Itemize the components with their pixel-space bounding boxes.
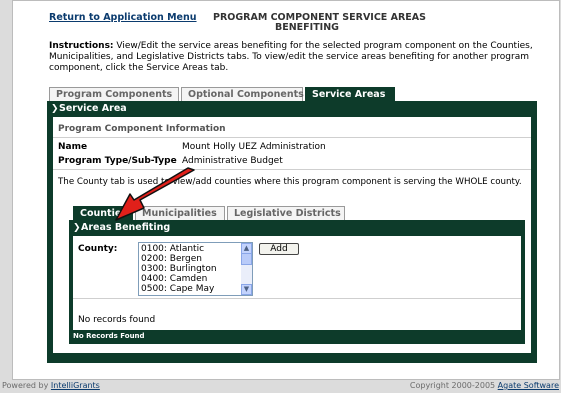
tab-label: Service Areas xyxy=(312,89,386,100)
areas-benefiting-body: County: 0100: Atlantic 0200: Bergen 0300… xyxy=(73,236,521,330)
county-option[interactable]: 0400: Camden xyxy=(139,274,252,284)
instructions-label: Instructions: xyxy=(49,41,114,51)
county-label: County: xyxy=(78,244,118,254)
listbox-scrollbar[interactable]: ▲ ▼ xyxy=(241,243,252,295)
tab-label: Legislative Districts xyxy=(234,208,341,219)
tab-optional-components[interactable]: Optional Components xyxy=(181,87,304,101)
divider xyxy=(73,298,521,299)
areas-benefiting-panel: ❯Areas Benefiting County: 0100: Atlantic… xyxy=(69,220,525,344)
no-records-bar: No Records Found xyxy=(73,332,145,340)
copyright-text: Copyright 2000-2005 xyxy=(409,381,498,390)
powered-by-prefix: Powered by xyxy=(2,381,51,390)
tab-label: Optional Components xyxy=(188,89,304,100)
instructions-text: View/Edit the service areas benefiting f… xyxy=(49,41,533,73)
service-area-panel: ❯Service Area Program Component Informat… xyxy=(47,101,537,363)
county-option[interactable]: 0200: Bergen xyxy=(139,254,252,264)
chevron-right-icon: ❯ xyxy=(73,223,81,233)
component-info-heading: Program Component Information xyxy=(53,121,531,138)
county-option[interactable]: 0300: Burlington xyxy=(139,264,252,274)
no-records-text: No records found xyxy=(78,315,156,325)
service-area-title: Service Area xyxy=(59,103,127,114)
add-button[interactable]: Add xyxy=(259,243,299,255)
chevron-right-icon: ❯ xyxy=(51,104,59,114)
tab-service-areas[interactable]: Service Areas xyxy=(305,87,395,101)
service-area-header: ❯Service Area xyxy=(51,103,127,114)
intelligrants-link[interactable]: IntelliGrants xyxy=(51,381,100,390)
instructions: Instructions: View/Edit the service area… xyxy=(49,41,539,74)
name-label: Name xyxy=(58,142,88,152)
tab-legislative-districts[interactable]: Legislative Districts xyxy=(227,206,345,220)
scroll-thumb[interactable] xyxy=(241,253,252,265)
page-title-line2: BENEFITING xyxy=(275,22,339,33)
county-option[interactable]: 0100: Atlantic xyxy=(139,244,252,254)
footer: Powered by IntelliGrants Copyright 2000-… xyxy=(0,379,561,393)
type-label: Program Type/Sub-Type xyxy=(58,156,177,166)
service-area-body: Program Component Information Name Mount… xyxy=(53,117,531,353)
annotation-arrow-icon xyxy=(115,167,195,221)
county-listbox[interactable]: 0100: Atlantic 0200: Bergen 0300: Burlin… xyxy=(138,242,253,296)
agate-software-link[interactable]: Agate Software xyxy=(498,381,559,390)
powered-by: Powered by IntelliGrants xyxy=(2,381,100,390)
copyright: Copyright 2000-2005 Agate Software xyxy=(410,381,559,390)
tab-label: Program Components xyxy=(56,89,173,100)
county-option[interactable]: 0500: Cape May xyxy=(139,284,252,294)
tab-program-components[interactable]: Program Components xyxy=(49,87,179,101)
scroll-down-icon[interactable]: ▼ xyxy=(241,284,252,295)
county-options: 0100: Atlantic 0200: Bergen 0300: Burlin… xyxy=(139,243,252,294)
return-to-menu-link[interactable]: Return to Application Menu xyxy=(49,12,197,23)
page-container: Return to Application Menu PROGRAM COMPO… xyxy=(12,0,560,380)
